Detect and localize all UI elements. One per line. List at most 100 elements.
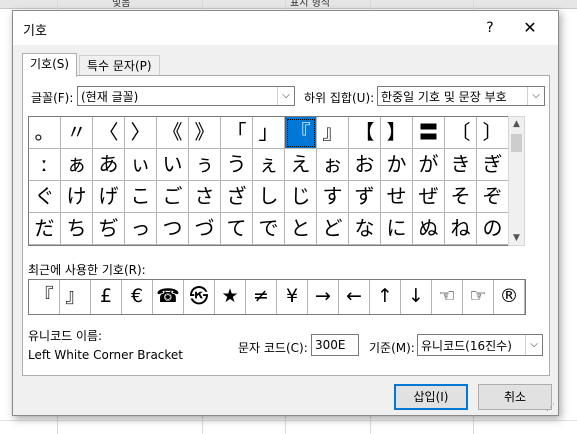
recent-symbol-cell[interactable]: ≠ [246, 280, 277, 314]
symbol-cell[interactable]: い [157, 149, 189, 181]
symbol-cell[interactable]: き [445, 149, 477, 181]
symbol-cell[interactable]: ち [61, 213, 93, 245]
symbol-cell[interactable]: す [317, 181, 349, 213]
font-select-value: (현재 글꼴) [81, 90, 139, 104]
symbol-cell[interactable]: 〈 [93, 117, 125, 149]
symbol-cell[interactable]: う [221, 149, 253, 181]
recent-symbol-cell[interactable]: → [308, 280, 339, 314]
recent-symbol-cell[interactable]: ☞ [463, 280, 494, 314]
symbol-cell[interactable]: 《 [157, 117, 189, 149]
recent-symbol-cell[interactable]: ☜ [432, 280, 463, 314]
symbol-cell[interactable]: 〕 [477, 117, 509, 149]
recent-symbol-cell[interactable]: € [122, 280, 153, 314]
symbol-cell[interactable]: し [253, 181, 285, 213]
symbol-cell[interactable]: ざ [221, 181, 253, 213]
symbol-cell[interactable]: そ [445, 181, 477, 213]
recent-symbol-cell[interactable]: ↓ [401, 280, 432, 314]
symbol-cell[interactable]: っ [125, 213, 157, 245]
close-button[interactable]: ✕ [516, 16, 544, 40]
symbol-cell[interactable]: ず [349, 181, 381, 213]
unicode-name-value: Left White Corner Bracket [28, 348, 184, 362]
symbol-cell[interactable]: て [221, 213, 253, 245]
symbol-cell[interactable]: じ [285, 181, 317, 213]
symbol-cell[interactable]: 〃 [61, 117, 93, 149]
symbol-cell[interactable]: ぇ [253, 149, 285, 181]
cancel-button[interactable]: 취소 [478, 384, 552, 410]
symbol-cell[interactable]: ぞ [477, 181, 509, 213]
subset-label: 하위 집합(U): [304, 91, 375, 105]
symbol-cell[interactable]: ぐ [29, 181, 61, 213]
symbol-cell[interactable]: 》 [189, 117, 221, 149]
scroll-up-icon[interactable]: ▲ [509, 117, 524, 131]
recent-symbol-cell[interactable]: ↑ [370, 280, 401, 314]
symbol-cell[interactable]: 〉 [125, 117, 157, 149]
symbol-cell[interactable]: ぬ [413, 213, 445, 245]
symbol-cell[interactable]: あ [93, 149, 125, 181]
symbol-cell[interactable]: け [61, 181, 93, 213]
symbol-cell[interactable]: せ [381, 181, 413, 213]
font-label: 글꼴(F): [31, 91, 74, 105]
symbol-cell[interactable]: 【 [349, 117, 381, 149]
recent-symbol-cell[interactable]: ㉿ [184, 280, 215, 314]
recent-symbol-cell[interactable]: ¥ [277, 280, 308, 314]
symbol-cell[interactable]: 。 [29, 117, 61, 149]
recent-symbol-cell[interactable]: 』 [60, 280, 91, 314]
symbol-cell[interactable]: の [477, 213, 509, 245]
symbol-cell[interactable]: ぃ [125, 149, 157, 181]
symbol-cell[interactable]: ぜ [413, 181, 445, 213]
recent-symbol-cell[interactable]: ← [339, 280, 370, 314]
insert-button[interactable]: 삽입(I) [394, 384, 468, 410]
symbol-cell[interactable]: か [381, 149, 413, 181]
symbol-cell[interactable]: だ [29, 213, 61, 245]
scroll-down-icon[interactable]: ▼ [509, 231, 524, 245]
symbol-cell[interactable]: ど [317, 213, 349, 245]
recent-symbol-cell[interactable]: ☎ [153, 280, 184, 314]
symbol-cell[interactable]: に [381, 213, 413, 245]
tab-symbols[interactable]: 기호(S) [22, 53, 78, 77]
recent-symbol-cell[interactable]: ★ [215, 280, 246, 314]
symbol-cell[interactable]: お [349, 149, 381, 181]
symbol-cell[interactable]: こ [125, 181, 157, 213]
recent-symbol-cell[interactable]: £ [91, 280, 122, 314]
symbol-cell[interactable]: え [285, 149, 317, 181]
symbol-grid-scrollbar[interactable]: ▲ ▼ [508, 116, 525, 246]
font-select[interactable]: (현재 글꼴) ⌵ [77, 86, 295, 106]
symbol-cell[interactable]: 」 [253, 117, 285, 149]
symbol-cell[interactable]: 〔 [445, 117, 477, 149]
symbol-cell[interactable]: で [253, 213, 285, 245]
symbol-cell[interactable]: さ [189, 181, 221, 213]
from-select[interactable]: 유니코드(16진수) ⌵ [417, 334, 543, 356]
recent-symbol-cell[interactable]: 『 [29, 280, 60, 314]
symbol-cell[interactable]: つ [157, 213, 189, 245]
symbol-cell[interactable]: ぁ [61, 149, 93, 181]
subset-select[interactable]: 한중일 기호 및 문장 부호 ⌵ [377, 86, 545, 106]
from-label: 기준(M): [369, 341, 415, 355]
symbol-cell[interactable]: ご [157, 181, 189, 213]
symbol-cell[interactable]: ね [445, 213, 477, 245]
symbol-cell[interactable]: ぉ [317, 149, 349, 181]
symbol-cell[interactable]: づ [189, 213, 221, 245]
symbol-cell[interactable]: な [349, 213, 381, 245]
symbol-cell[interactable]: ぅ [189, 149, 221, 181]
tab-special-characters[interactable]: 특수 문자(P) [79, 55, 160, 77]
symbol-cell[interactable]: 「 [221, 117, 253, 149]
symbol-cell[interactable]: が [413, 149, 445, 181]
symbol-cell[interactable]: 〓 [413, 117, 445, 149]
symbol-cell[interactable]: ː [29, 149, 61, 181]
symbol-grid[interactable]: 。〃〈〉《》「」『』【】〓〔〕 ː ぁあぃいぅうぇえぉおかがきぎぐけげこごさざしじす… [28, 116, 510, 246]
symbol-cell[interactable]: げ [93, 181, 125, 213]
resize-grip-icon[interactable]: ⋰ [546, 403, 556, 413]
symbol-cell[interactable]: ぢ [93, 213, 125, 245]
character-code-input[interactable]: 300E [311, 334, 359, 356]
symbol-cell[interactable]: 】 [381, 117, 413, 149]
recent-symbols-grid[interactable]: 『』 £ € ☎ ㉿ ★ ≠ ¥ → ← ↑ ↓ ☜ ☞ ® [28, 279, 526, 315]
scroll-thumb[interactable] [511, 134, 522, 152]
symbol-cell[interactable]: 』 [317, 117, 349, 149]
chevron-down-icon: ⌵ [277, 87, 294, 105]
symbol-cell[interactable]: と [285, 213, 317, 245]
symbol-dialog: 기호 ? ✕ 기호(S) 특수 문자(P) 글꼴(F): (현재 글꼴) ⌵ 하… [12, 10, 559, 416]
recent-symbol-cell[interactable]: ® [494, 280, 525, 314]
symbol-cell-selected[interactable]: 『 [285, 117, 317, 149]
symbol-cell[interactable]: ぎ [477, 149, 509, 181]
help-button[interactable]: ? [476, 16, 504, 40]
